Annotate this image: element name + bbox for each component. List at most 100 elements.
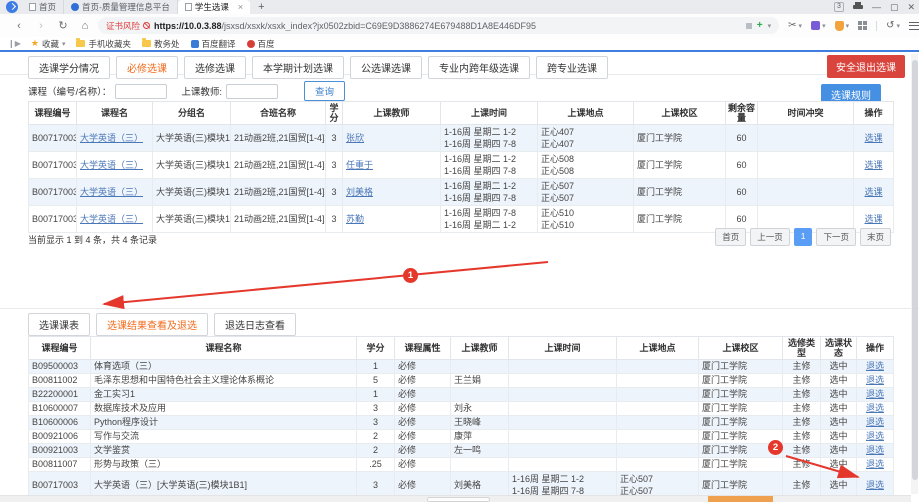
result-tab-active[interactable]: 选课结果查看及退选	[96, 313, 208, 336]
bookmark-item[interactable]: 百度翻译	[191, 38, 236, 50]
cell-action: 退选	[857, 458, 894, 472]
new-tab-button[interactable]: +	[250, 0, 272, 14]
select-course-link[interactable]: 选课	[864, 214, 882, 224]
withdraw-course-link[interactable]: 退选	[866, 403, 884, 413]
browser-tab[interactable]: 首页-质量管理信息平台	[64, 0, 178, 14]
course-name-link[interactable]: 大学英语（三）	[80, 133, 143, 143]
history-undo-icon[interactable]: ↺▾	[886, 20, 900, 31]
tab-count-badge[interactable]: 3	[834, 2, 844, 12]
cell-attribute: 必修	[395, 402, 451, 416]
forward-icon[interactable]: ›	[30, 20, 52, 32]
module-tab[interactable]: 跨专业选课	[536, 56, 608, 79]
withdraw-course-link[interactable]: 退选	[866, 445, 884, 455]
module-tab[interactable]: 本学期计划选课	[252, 56, 344, 79]
bookmark-label: 百度	[258, 38, 275, 50]
pagination-button[interactable]: 首页	[715, 228, 746, 246]
cell-course-name: 大学英语（三）	[77, 152, 153, 179]
withdraw-course-link[interactable]: 退选	[866, 375, 884, 385]
screenshot-tool[interactable]: ✂▾	[788, 20, 802, 31]
bookmark-item[interactable]: 百度	[247, 38, 275, 50]
home-icon[interactable]: ⌂	[74, 20, 96, 32]
cell-status: 选中	[821, 430, 857, 444]
menu-icon[interactable]	[909, 22, 919, 30]
course-name-link[interactable]: 大学英语（三）	[80, 187, 143, 197]
withdraw-course-link[interactable]: 退选	[866, 480, 884, 490]
teacher-link[interactable]: 张欣	[346, 133, 364, 143]
result-tab[interactable]: 选课课表	[28, 313, 90, 336]
place-line: 正心407	[541, 138, 630, 150]
annotation-step-2: 2	[768, 440, 783, 455]
bookmark-items: ★收藏▾ 手机收藏夹教务处百度翻译 百度	[31, 38, 275, 50]
safe-logout-button[interactable]: 安全退出选课	[827, 55, 905, 78]
module-tab[interactable]: 公选课选课	[350, 56, 422, 79]
teacher-search-input[interactable]	[226, 84, 278, 99]
cell-times	[509, 458, 617, 472]
bookmark-label: 手机收藏夹	[88, 38, 131, 50]
withdraw-course-link[interactable]: 退选	[866, 389, 884, 399]
pagination-button[interactable]: 下一页	[816, 228, 856, 246]
module-tab[interactable]: 选修选课	[184, 56, 246, 79]
bookmark-item[interactable]: 手机收藏夹	[76, 38, 131, 50]
horizontal-scrollbar[interactable]	[0, 495, 911, 502]
select-course-link[interactable]: 选课	[864, 160, 882, 170]
column-header: 合班名称	[231, 102, 326, 125]
select-course-link[interactable]: 选课	[864, 133, 882, 143]
query-button[interactable]: 查询	[304, 81, 345, 101]
teacher-link[interactable]: 任重于	[346, 160, 373, 170]
theme-hat-icon[interactable]	[853, 5, 863, 9]
module-tab[interactable]: 专业内跨年级选课	[428, 56, 530, 79]
cell-attribute: 必修	[395, 458, 451, 472]
course-name-link[interactable]: 大学英语（三）	[80, 160, 143, 170]
minimize-button[interactable]: —	[872, 0, 881, 14]
reader-mode-icon[interactable]	[746, 23, 752, 29]
browser-logo-icon[interactable]	[6, 1, 18, 13]
teacher-link[interactable]: 刘美格	[346, 187, 373, 197]
withdraw-course-link[interactable]: 退选	[866, 431, 884, 441]
column-header: 上课校区	[699, 337, 783, 360]
close-button[interactable]: ✕	[907, 0, 915, 14]
module-tab-active[interactable]: 必修选课	[116, 56, 178, 79]
cell-course-id: B00811002	[29, 374, 91, 388]
course-name-link[interactable]: 大学英语（三）	[80, 214, 143, 224]
result-tab[interactable]: 退选日志查看	[214, 313, 296, 336]
chevron-down-icon[interactable]: ▾	[768, 22, 772, 30]
withdraw-course-link[interactable]: 退选	[866, 417, 884, 427]
cell-class-name: 21动画2班,21国贸[1-4]班,21...	[231, 206, 326, 233]
pagination-button-current[interactable]: 1	[794, 228, 813, 246]
module-tab[interactable]: 选课学分情况	[28, 56, 110, 79]
annotation-step-1: 1	[403, 268, 418, 283]
select-course-link[interactable]: 选课	[864, 187, 882, 197]
security-shield-icon[interactable]: ▾	[835, 21, 850, 31]
column-header: 选课状态	[821, 337, 857, 360]
pagination-button[interactable]: 上一页	[750, 228, 790, 246]
withdraw-course-link[interactable]: 退选	[866, 361, 884, 371]
cell-status: 选中	[821, 458, 857, 472]
browser-chrome: 首页首页-质量管理信息平台学生选课× + 3 — ▢ ✕ ‹ › ↻ ⌂ 证书风…	[0, 0, 919, 52]
reload-icon[interactable]: ↻	[52, 19, 74, 32]
add-bookmark-icon[interactable]: +	[757, 21, 763, 31]
cell-teacher: 王晓峰	[451, 416, 509, 430]
course-search-input[interactable]	[115, 84, 167, 99]
maximize-button[interactable]: ▢	[890, 0, 899, 14]
tab-close-icon[interactable]: ×	[238, 2, 243, 12]
extensions-icon[interactable]: ▾	[811, 21, 826, 30]
back-icon[interactable]: ‹	[8, 20, 30, 32]
vertical-scrollbar[interactable]	[911, 54, 918, 494]
apps-grid-icon[interactable]	[858, 21, 867, 30]
baidu-translate-icon	[191, 40, 199, 48]
bookmark-item[interactable]: ★收藏▾	[31, 38, 66, 50]
cell-course-name: 数据库技术及应用	[91, 402, 357, 416]
vertical-scrollbar-thumb[interactable]	[912, 60, 918, 480]
result-tabs: 选课课表选课结果查看及退选退选日志查看	[28, 313, 296, 336]
browser-tab[interactable]: 学生选课×	[178, 0, 250, 14]
browser-tab[interactable]: 首页	[22, 0, 64, 14]
teacher-link[interactable]: 苏勤	[346, 214, 364, 224]
cell-places	[617, 374, 699, 388]
collapse-sidebar-icon[interactable]: ❙▶	[8, 39, 21, 48]
bookmark-item[interactable]: 教务处	[142, 38, 180, 50]
pagination-button[interactable]: 末页	[860, 228, 891, 246]
cell-type: 主修	[783, 458, 821, 472]
horizontal-scrollbar-thumb[interactable]	[427, 497, 490, 502]
withdraw-course-link[interactable]: 退选	[866, 459, 884, 469]
url-field[interactable]: 证书风险 https://10.0.3.88/jsxsd/xsxk/xsxk_i…	[98, 17, 779, 34]
